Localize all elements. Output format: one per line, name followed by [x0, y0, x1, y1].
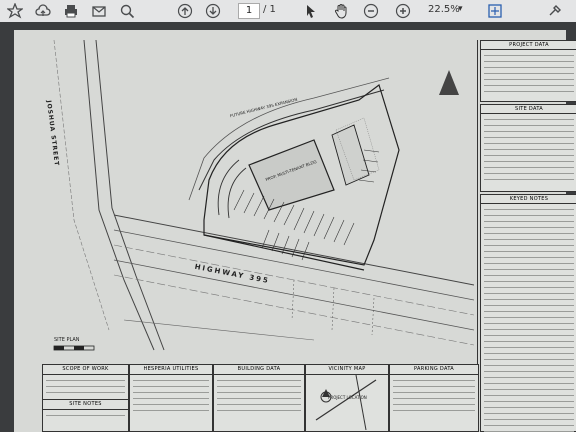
site-plan-drawing — [53, 39, 474, 351]
bookmark-icon[interactable] — [6, 2, 24, 20]
zoom-out-icon[interactable] — [362, 2, 380, 20]
zoom-level[interactable]: 22.5% — [428, 4, 460, 15]
vicinity-header: VICINITY MAP — [306, 365, 388, 375]
page-count: / 1 — [263, 4, 276, 15]
parking-data-box: PARKING DATA — [389, 364, 479, 432]
tools-icon[interactable] — [546, 2, 564, 20]
site-plan-label: SITE PLAN — [54, 337, 80, 343]
keyed-notes-header: KEYED NOTES — [481, 195, 576, 204]
project-data-header: PROJECT DATA — [481, 41, 576, 50]
parking-header: PARKING DATA — [390, 365, 478, 375]
chevron-down-icon[interactable]: ▾ — [458, 4, 463, 14]
page-down-icon[interactable] — [204, 2, 222, 20]
utilities-box: HESPERIA UTILITIES — [129, 364, 213, 432]
site-notes-header: SITE NOTES — [43, 399, 128, 410]
mail-icon[interactable] — [90, 2, 108, 20]
site-data-header: SITE DATA — [481, 105, 576, 114]
project-location-label: PROJECT LOCATION — [328, 395, 367, 400]
utilities-header: HESPERIA UTILITIES — [130, 365, 212, 375]
cursor-icon[interactable] — [302, 2, 320, 20]
pdf-toolbar: 1 / 1 22.5% ▾ — [0, 0, 576, 23]
title-block: PROJECT DATA SITE DATA KEYED NOTES — [477, 40, 576, 432]
page-number-input[interactable]: 1 — [238, 3, 260, 19]
hand-icon[interactable] — [332, 2, 350, 20]
vicinity-map-box: VICINITY MAP PROJECT LOCATION — [305, 364, 389, 432]
building-data-box: BUILDING DATA — [213, 364, 305, 432]
building-header: BUILDING DATA — [214, 365, 304, 375]
scope-of-work-box: SCOPE OF WORK SITE NOTES — [42, 364, 129, 432]
site-data-box: SITE DATA — [480, 104, 576, 192]
vicinity-map — [315, 375, 377, 430]
keyed-notes-box: KEYED NOTES — [480, 194, 576, 432]
cloud-upload-icon[interactable] — [34, 2, 52, 20]
zoom-search-icon[interactable] — [118, 2, 136, 20]
print-icon[interactable] — [62, 2, 80, 20]
bottom-info-boxes: SCOPE OF WORK SITE NOTES HESPERIA UTILIT… — [42, 364, 479, 432]
page-up-icon[interactable] — [176, 2, 194, 20]
zoom-in-icon[interactable] — [394, 2, 412, 20]
fit-page-icon[interactable] — [486, 2, 504, 20]
project-data-box: PROJECT DATA — [480, 40, 576, 102]
document-viewport[interactable]: JOSHUA STREET HIGHWAY 395 FUTURE HIGHWAY… — [0, 22, 576, 432]
scope-header: SCOPE OF WORK — [43, 365, 128, 375]
drawing-sheet: JOSHUA STREET HIGHWAY 395 FUTURE HIGHWAY… — [14, 30, 576, 432]
